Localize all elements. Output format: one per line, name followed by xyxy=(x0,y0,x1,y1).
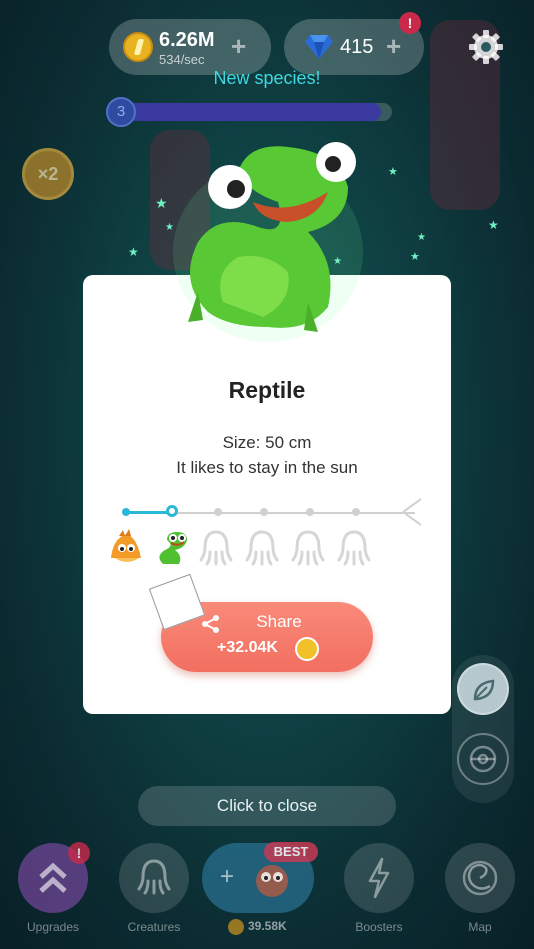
coins-value: 6.26M xyxy=(159,29,215,51)
sparkle-icon: ★ xyxy=(155,195,168,211)
creature-description: It likes to stay in the sun xyxy=(176,458,358,477)
new-species-label: New species! xyxy=(213,68,321,88)
evolution-step xyxy=(214,508,222,516)
coins-rate: 534/sec xyxy=(159,52,205,67)
evolution-step xyxy=(260,508,268,516)
add-gems-icon[interactable]: + xyxy=(386,31,401,62)
sparkle-icon: ★ xyxy=(388,166,398,178)
locked-creature-icon xyxy=(337,530,371,566)
coin-icon xyxy=(228,919,244,935)
evolution-step-current xyxy=(166,505,178,517)
pokeball-icon xyxy=(469,745,497,773)
lightning-icon xyxy=(368,857,390,899)
sparkle-icon: ★ xyxy=(417,232,426,243)
pokeball-button[interactable] xyxy=(457,733,509,785)
reptile-creature-icon xyxy=(159,532,187,564)
spiral-map-icon xyxy=(462,860,498,896)
locked-creature-icon xyxy=(199,530,233,566)
creature-size: Size: 50 cm xyxy=(222,433,312,452)
creature-title: Reptile xyxy=(228,377,306,403)
locked-creature-icon xyxy=(291,530,325,566)
leaf-button[interactable] xyxy=(457,663,509,715)
sparkle-icon: ★ xyxy=(128,245,139,259)
gems-alert-badge: ! xyxy=(399,12,421,34)
plus-icon: + xyxy=(220,863,235,890)
locked-creature-icon xyxy=(245,530,279,566)
map-label: Map xyxy=(468,920,492,934)
upgrade-chevrons-icon xyxy=(39,862,67,893)
side-panel xyxy=(452,655,514,803)
leaf-icon xyxy=(473,679,495,701)
octopus-icon xyxy=(137,859,171,895)
progress-fill xyxy=(120,103,381,121)
share-reward: +32.04K xyxy=(217,639,278,656)
coin-icon xyxy=(123,32,153,62)
gem-icon xyxy=(305,35,333,59)
gems-value: 415 xyxy=(340,36,374,58)
upgrades-alert-badge: ! xyxy=(68,842,90,864)
evolution-progress-bar: 3 xyxy=(106,97,406,127)
add-coins-icon[interactable]: + xyxy=(231,31,246,62)
sparkle-icon: ★ xyxy=(410,251,420,263)
gear-icon[interactable] xyxy=(468,29,504,65)
upgrades-label: Upgrades xyxy=(26,920,80,934)
buy-cost: 39.58K xyxy=(248,919,287,933)
best-badge: BEST xyxy=(264,842,318,862)
boosters-nav-button[interactable] xyxy=(344,843,414,913)
sparkle-icon: ★ xyxy=(488,218,499,232)
boosters-label: Boosters xyxy=(355,920,403,934)
evolution-step xyxy=(122,508,130,516)
evolution-end-arrow-icon xyxy=(402,498,422,526)
coins-counter[interactable]: 6.26M 534/sec + xyxy=(109,19,271,75)
fish-creature-icon xyxy=(111,529,141,562)
evolution-step xyxy=(306,508,314,516)
reptile-creature-image xyxy=(173,142,363,342)
map-nav-button[interactable] xyxy=(445,843,515,913)
coin-icon xyxy=(295,637,319,661)
creatures-label: Creatures xyxy=(127,920,181,934)
level-badge: 3 xyxy=(106,97,136,127)
evolution-step xyxy=(352,508,360,516)
multiplier-button[interactable]: ×2 xyxy=(22,148,74,200)
creatures-nav-button[interactable] xyxy=(119,843,189,913)
creature-bundle-icon xyxy=(256,865,288,897)
close-button[interactable]: Click to close xyxy=(138,786,396,826)
